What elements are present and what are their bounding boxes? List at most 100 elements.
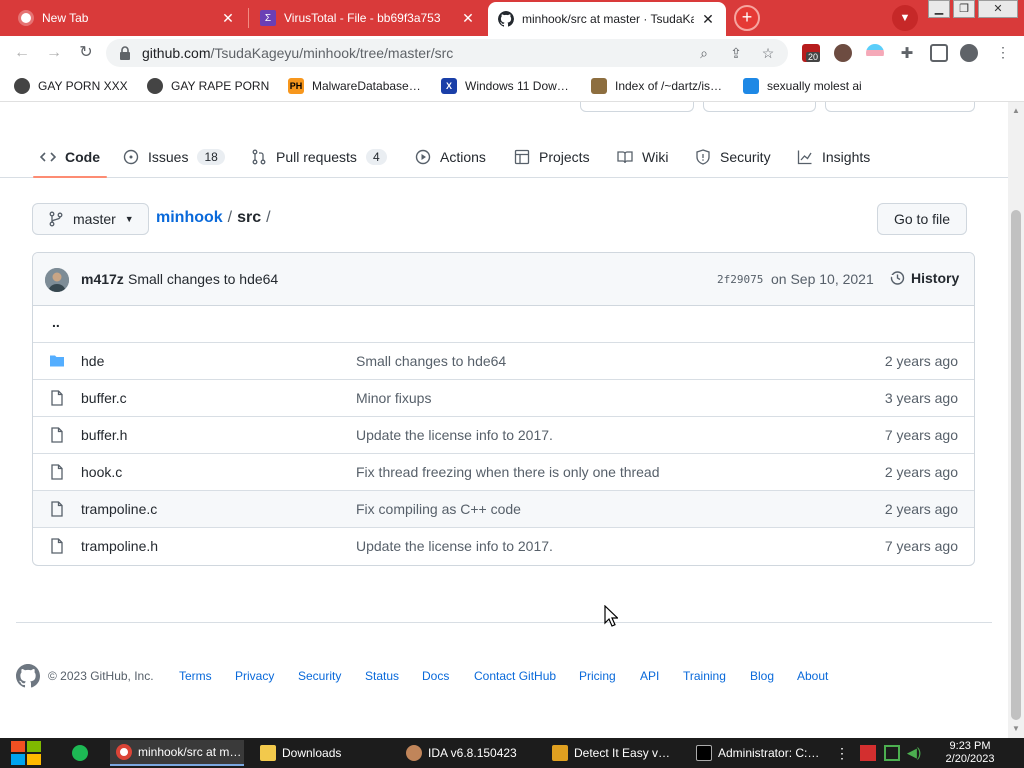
file-browser: m417z Small changes to hde64 2f29075 on … xyxy=(32,252,975,566)
close-icon[interactable]: ✕ xyxy=(220,10,236,27)
file-name-link[interactable]: hook.c xyxy=(81,464,122,480)
tab-new-tab[interactable]: New Tab ✕ xyxy=(8,2,246,34)
page-scrollbar[interactable]: ▲ ▼ xyxy=(1008,102,1024,738)
footer-link-blog[interactable]: Blog xyxy=(750,669,774,683)
parent-dir-link[interactable]: .. xyxy=(52,314,60,330)
footer-link-contact[interactable]: Contact GitHub xyxy=(474,669,556,683)
file-name-link[interactable]: trampoline.h xyxy=(81,538,158,554)
bookmark-star-icon[interactable]: ☆ xyxy=(760,45,776,61)
new-tab-button[interactable]: + xyxy=(734,5,760,31)
file-commit-message[interactable]: Minor fixups xyxy=(356,390,431,406)
footer-link-privacy[interactable]: Privacy xyxy=(235,669,274,683)
bookmark-item[interactable]: Index of /~dartz/is… xyxy=(591,77,722,95)
footer-link-api[interactable]: API xyxy=(640,669,659,683)
branch-select-button[interactable]: master ▼ xyxy=(32,203,149,235)
tab-wiki[interactable]: Wiki xyxy=(617,136,668,178)
extension-avatar-icon[interactable] xyxy=(834,44,852,62)
taskbar-app-ida[interactable]: IDA v6.8.150423 xyxy=(400,740,534,766)
file-name-link[interactable]: trampoline.c xyxy=(81,501,157,517)
close-icon[interactable]: ✕ xyxy=(700,11,716,28)
footer-link-terms[interactable]: Terms xyxy=(179,669,212,683)
table-row[interactable]: buffer.h Update the license info to 2017… xyxy=(33,417,974,454)
footer-link-security[interactable]: Security xyxy=(298,669,341,683)
taskbar-app-cmd[interactable]: Administrator: C:… xyxy=(690,740,824,766)
issues-counter: 18 xyxy=(197,149,225,165)
scroll-down-icon[interactable]: ▼ xyxy=(1011,724,1021,734)
profile-avatar-icon[interactable] xyxy=(960,44,978,62)
tab-code[interactable]: Code xyxy=(40,136,100,178)
tray-overflow-icon[interactable]: ⋮ xyxy=(834,745,850,761)
bookmark-item[interactable]: sexually molest ai xyxy=(743,77,862,95)
file-commit-message[interactable]: Small changes to hde64 xyxy=(356,353,506,369)
file-name-link[interactable]: buffer.c xyxy=(81,390,127,406)
file-icon xyxy=(51,390,63,406)
footer-link-pricing[interactable]: Pricing xyxy=(579,669,616,683)
parent-dir-row[interactable]: .. xyxy=(33,306,974,343)
commit-author-link[interactable]: m417z xyxy=(81,271,124,287)
extension-flag-icon[interactable] xyxy=(866,44,884,62)
taskbar-app-spotify[interactable] xyxy=(66,740,94,766)
taskbar-clock[interactable]: 9:23 PM 2/20/2023 xyxy=(930,740,1010,766)
taskbar-app-explorer[interactable]: Downloads xyxy=(254,740,388,766)
search-icon[interactable]: ⌕ xyxy=(696,45,712,61)
tab-actions[interactable]: Actions xyxy=(415,136,486,178)
side-panel-icon[interactable] xyxy=(930,44,948,62)
bookmark-item[interactable]: PH MalwareDatabase… xyxy=(288,77,421,95)
commit-message-link[interactable]: Small changes to hde64 xyxy=(128,271,278,287)
share-icon[interactable]: ⇪ xyxy=(728,45,744,61)
footer-link-training[interactable]: Training xyxy=(683,669,726,683)
file-commit-message[interactable]: Update the license info to 2017. xyxy=(356,538,553,554)
file-name-link[interactable]: buffer.h xyxy=(81,427,127,443)
tab-minhook[interactable]: minhook/src at master · TsudaKageyu ✕ xyxy=(488,2,726,36)
close-icon[interactable]: ✕ xyxy=(460,10,476,27)
bookmark-item[interactable]: X Windows 11 Dow… xyxy=(441,77,569,95)
table-row[interactable]: trampoline.c Fix compiling as C++ code 2… xyxy=(33,491,974,528)
table-row[interactable]: trampoline.h Update the license info to … xyxy=(33,528,974,565)
address-bar[interactable]: github.com/TsudaKageyu/minhook/tree/mast… xyxy=(106,39,788,67)
bookmark-item[interactable]: GAY RAPE PORN xyxy=(147,77,269,95)
tab-projects[interactable]: Projects xyxy=(514,136,590,178)
file-commit-message[interactable]: Fix thread freezing when there is only o… xyxy=(356,464,660,480)
table-row[interactable]: hook.c Fix thread freezing when there is… xyxy=(33,454,974,491)
file-commit-message[interactable]: Fix compiling as C++ code xyxy=(356,501,521,517)
github-logo-icon[interactable] xyxy=(16,664,40,688)
go-to-file-button[interactable]: Go to file xyxy=(877,203,967,235)
tray-flag-icon[interactable] xyxy=(860,745,876,761)
tab-search-button[interactable]: ▼ xyxy=(892,5,918,31)
restore-button[interactable]: ❐ xyxy=(953,0,975,18)
history-link[interactable]: History xyxy=(889,270,959,286)
bookmark-item[interactable]: GAY PORN XXX xyxy=(14,77,128,95)
minimize-button[interactable]: ▁ xyxy=(928,0,950,18)
file-name-link[interactable]: hde xyxy=(81,353,104,369)
tab-pull-requests[interactable]: Pull requests 4 xyxy=(251,136,387,178)
footer-link-docs[interactable]: Docs xyxy=(422,669,449,683)
tab-security[interactable]: Security xyxy=(695,136,771,178)
tab-virustotal[interactable]: Σ VirusTotal - File - bb69f3a753 ✕ xyxy=(250,2,486,34)
avatar[interactable] xyxy=(45,268,69,292)
table-row[interactable]: hde Small changes to hde64 2 years ago xyxy=(33,343,974,380)
tab-insights[interactable]: Insights xyxy=(797,136,870,178)
tray-network-icon[interactable] xyxy=(884,745,900,761)
breadcrumb-repo-link[interactable]: minhook xyxy=(156,209,223,226)
footer-link-status[interactable]: Status xyxy=(365,669,399,683)
footer-link-about[interactable]: About xyxy=(797,669,828,683)
reload-button[interactable]: ↻ xyxy=(74,41,98,65)
taskbar-app-chrome[interactable]: minhook/src at m… xyxy=(110,740,244,766)
scroll-thumb[interactable] xyxy=(1011,210,1021,720)
tab-issues[interactable]: Issues 18 xyxy=(123,136,225,178)
scroll-up-icon[interactable]: ▲ xyxy=(1011,106,1021,116)
taskbar-app-label: Detect It Easy v… xyxy=(574,746,671,760)
back-button[interactable]: ← xyxy=(10,41,34,65)
tray-volume-icon[interactable]: ◀) xyxy=(906,745,922,761)
window-close-button[interactable]: ✕ xyxy=(978,0,1018,18)
windows-start-icon[interactable] xyxy=(8,740,44,766)
commit-sha-link[interactable]: 2f29075 xyxy=(717,273,763,286)
extensions-puzzle-icon[interactable]: ✚ xyxy=(898,44,916,62)
breadcrumb-separator: / xyxy=(227,209,233,226)
forward-button[interactable]: → xyxy=(42,41,66,65)
menu-dots-icon[interactable]: ⋮ xyxy=(994,44,1012,62)
file-commit-message[interactable]: Update the license info to 2017. xyxy=(356,427,553,443)
footer-divider xyxy=(16,622,992,623)
taskbar-app-die[interactable]: Detect It Easy v… xyxy=(546,740,680,766)
table-row[interactable]: buffer.c Minor fixups 3 years ago xyxy=(33,380,974,417)
